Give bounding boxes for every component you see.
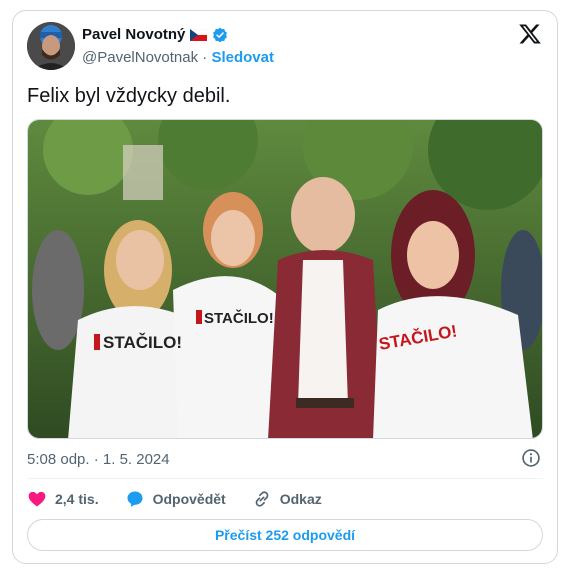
author-name-row: Pavel Novotný [82,26,228,43]
verified-badge-icon [213,27,228,42]
reply-label: Odpovědět [152,491,226,507]
photo-image: STAČILO! STAČILO! STAČILO! [28,120,542,438]
link-label: Odkaz [279,491,322,507]
copy-link-button[interactable]: Odkaz [252,489,322,509]
handle-separator: · [202,49,208,66]
heart-icon [28,491,46,507]
tweet-text: Felix byl vždycky debil. [27,85,231,107]
avatar-image [27,22,75,70]
author-handle-row: @PavelNovotnak · Sledovat [82,49,274,66]
shirt-text-2: STAČILO! [204,309,274,327]
tweet-timestamp[interactable]: 5:08 odp. · 1. 5. 2024 [27,451,170,468]
x-logo-icon[interactable] [518,22,542,46]
link-icon [255,491,269,507]
info-icon[interactable] [521,448,541,468]
czech-flag-icon [190,28,208,41]
tweet-photo[interactable]: STAČILO! STAČILO! STAČILO! [27,119,543,439]
shirt-text-1: STAČILO! [103,333,182,352]
follow-button[interactable]: Sledovat [211,49,274,66]
action-bar: 2,4 tis. Odpovědět Odkaz [27,488,348,510]
avatar[interactable] [27,22,75,70]
read-replies-button[interactable]: Přečíst 252 odpovědí [27,519,543,551]
like-button[interactable]: 2,4 tis. [27,489,99,509]
reply-bubble-icon [127,491,143,507]
reply-button[interactable]: Odpovědět [125,489,226,509]
divider [27,478,543,479]
like-count: 2,4 tis. [55,491,99,507]
author-name[interactable]: Pavel Novotný [82,26,185,43]
author-handle[interactable]: @PavelNovotnak [82,49,198,66]
